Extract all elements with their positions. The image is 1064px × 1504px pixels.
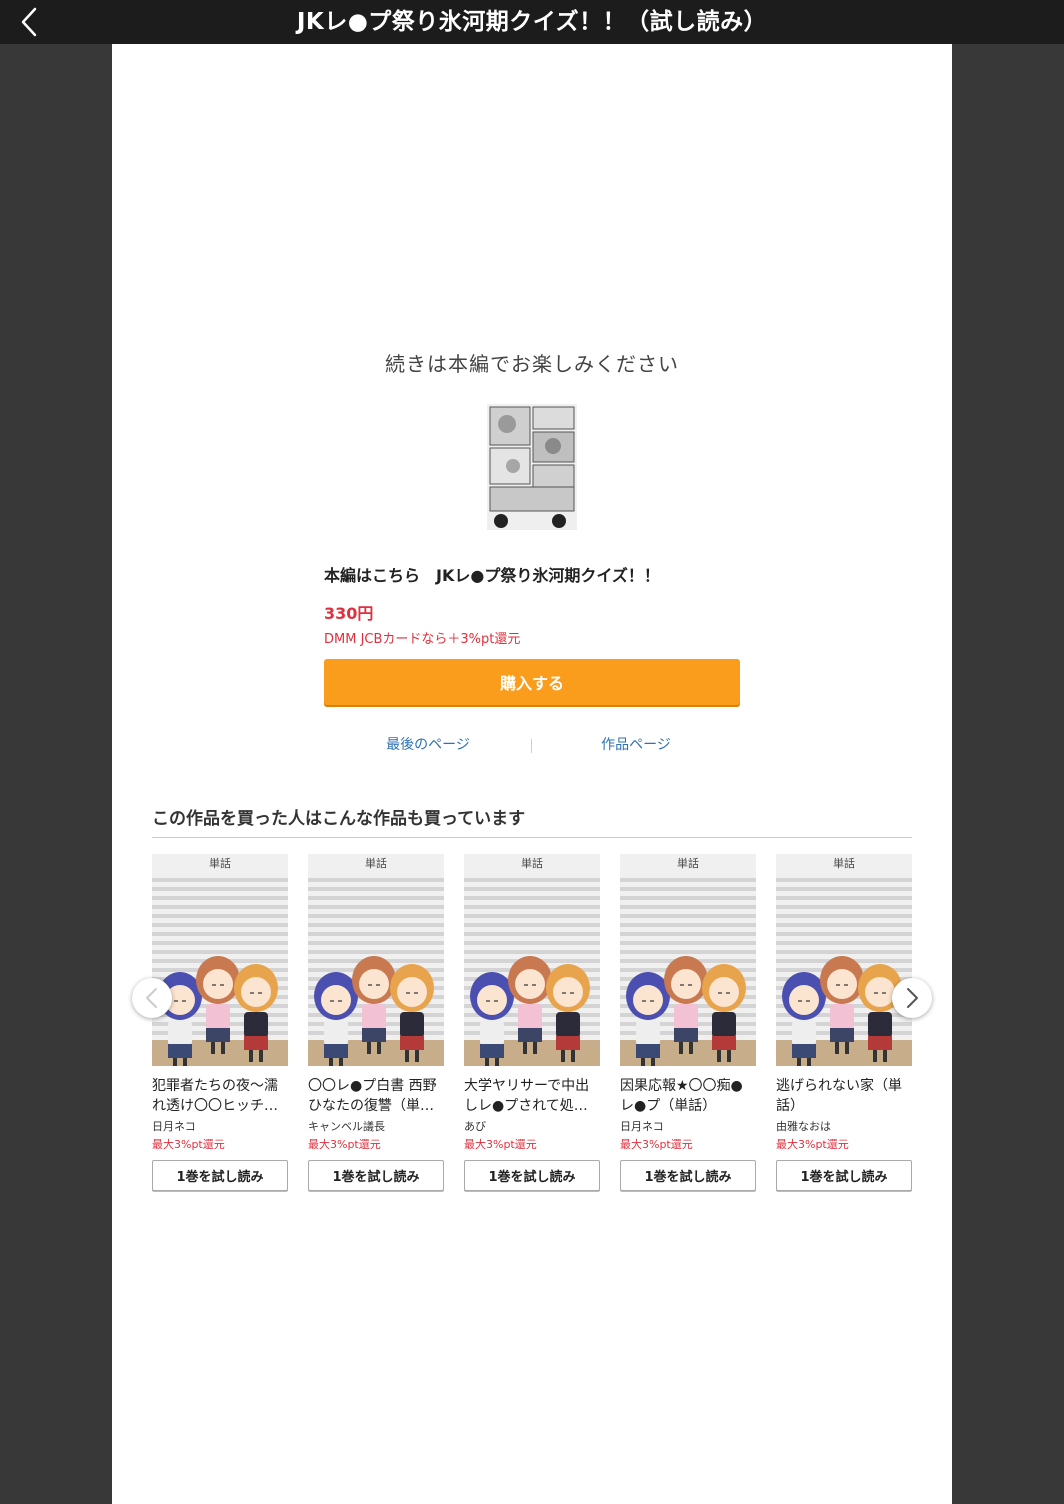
divider: [152, 837, 912, 838]
card-title[interactable]: 〇〇レ●プ白書 西野ひなたの復讐（単…: [308, 1076, 444, 1116]
last-page-link[interactable]: 最後のページ: [324, 734, 532, 754]
recommendation-thumbnail[interactable]: 単話: [620, 854, 756, 1066]
type-badge: 単話: [833, 857, 855, 870]
card-point-note: 最大3%pt還元: [776, 1138, 849, 1151]
page-title: JKレ●プ祭り氷河期クイズ！！（試し読み）: [296, 9, 768, 35]
recommendation-card[interactable]: 単話 因果応報★〇〇痴●レ●プ（単話） 日月ネコ 最大3%pt還元 1巻を試し読…: [620, 854, 756, 1191]
trial-read-button[interactable]: 1巻を試し読み: [620, 1160, 756, 1191]
card-author[interactable]: 日月ネコ: [620, 1118, 756, 1136]
recommendation-thumbnail[interactable]: 単話: [776, 854, 912, 1066]
recommendation-card[interactable]: 単話 大学ヤリサーで中出しレ●プされて処… あび 最大3%pt還元 1巻を試し読…: [464, 854, 600, 1191]
product-cover-image[interactable]: [487, 404, 577, 530]
chevron-right-icon: [907, 988, 918, 1008]
carousel-prev-button[interactable]: [132, 978, 172, 1018]
trial-read-button[interactable]: 1巻を試し読み: [776, 1160, 912, 1191]
trial-read-button[interactable]: 1巻を試し読み: [308, 1160, 444, 1191]
continue-message: 続きは本編でお楽しみください: [385, 352, 679, 376]
recommendation-card[interactable]: 単話 逃げられない家（単話） 由雅なおは 最大3%pt還元 1巻を試し読み: [776, 854, 912, 1191]
card-title[interactable]: 犯罪者たちの夜〜濡れ透け〇〇ヒッチ…: [152, 1076, 288, 1116]
product-title[interactable]: 本編はこちら JKレ●プ祭り氷河期クイズ！！: [324, 562, 744, 586]
card-point-note: 最大3%pt還元: [152, 1138, 225, 1151]
type-badge: 単話: [209, 857, 231, 870]
work-page-link[interactable]: 作品ページ: [532, 734, 740, 754]
card-author[interactable]: あび: [464, 1118, 600, 1136]
type-badge: 単話: [365, 857, 387, 870]
recommendation-thumbnail[interactable]: 単話: [152, 854, 288, 1066]
card-title[interactable]: 大学ヤリサーで中出しレ●プされて処…: [464, 1076, 600, 1116]
chevron-left-icon: [21, 7, 37, 37]
top-bar: JKレ●プ祭り氷河期クイズ！！（試し読み）: [0, 0, 1064, 44]
card-point-note: 最大3%pt還元: [464, 1138, 537, 1151]
point-reward-note: DMM JCBカードなら＋3%pt還元: [324, 632, 521, 647]
type-badge: 単話: [677, 857, 699, 870]
page-links: 最後のページ 作品ページ: [324, 734, 740, 758]
recommendations-heading: この作品を買った人はこんな作品も買っています: [152, 809, 526, 829]
recommendation-card[interactable]: 単話 犯罪者たちの夜〜濡れ透け〇〇ヒッチ… 日月ネコ 最大3%pt還元 1巻を試…: [152, 854, 288, 1191]
buy-button[interactable]: 購入する: [324, 659, 740, 705]
type-badge: 単話: [521, 857, 543, 870]
card-author[interactable]: キャンベル議長: [308, 1118, 444, 1136]
product-price: 330円: [324, 604, 374, 623]
chevron-left-icon: [146, 988, 157, 1008]
back-button[interactable]: [14, 6, 46, 38]
recommendation-thumbnail[interactable]: 単話: [464, 854, 600, 1066]
card-author[interactable]: 由雅なおは: [776, 1118, 912, 1136]
card-title[interactable]: 因果応報★〇〇痴●レ●プ（単話）: [620, 1076, 756, 1116]
card-author[interactable]: 日月ネコ: [152, 1118, 288, 1136]
card-title[interactable]: 逃げられない家（単話）: [776, 1076, 912, 1116]
recommendation-card[interactable]: 単話 〇〇レ●プ白書 西野ひなたの復讐（単… キャンベル議長 最大3%pt還元 …: [308, 854, 444, 1191]
trial-read-button[interactable]: 1巻を試し読み: [464, 1160, 600, 1191]
recommendation-carousel: 単話 犯罪者たちの夜〜濡れ透け〇〇ヒッチ… 日月ネコ 最大3%pt還元 1巻を試…: [152, 854, 912, 1204]
end-of-preview-page: 続きは本編でお楽しみください 本編はこちら JKレ●プ祭り氷河期クイズ！！ 33…: [112, 44, 952, 1504]
card-point-note: 最大3%pt還元: [620, 1138, 693, 1151]
trial-read-button[interactable]: 1巻を試し読み: [152, 1160, 288, 1191]
card-point-note: 最大3%pt還元: [308, 1138, 381, 1151]
carousel-next-button[interactable]: [892, 978, 932, 1018]
recommendation-thumbnail[interactable]: 単話: [308, 854, 444, 1066]
